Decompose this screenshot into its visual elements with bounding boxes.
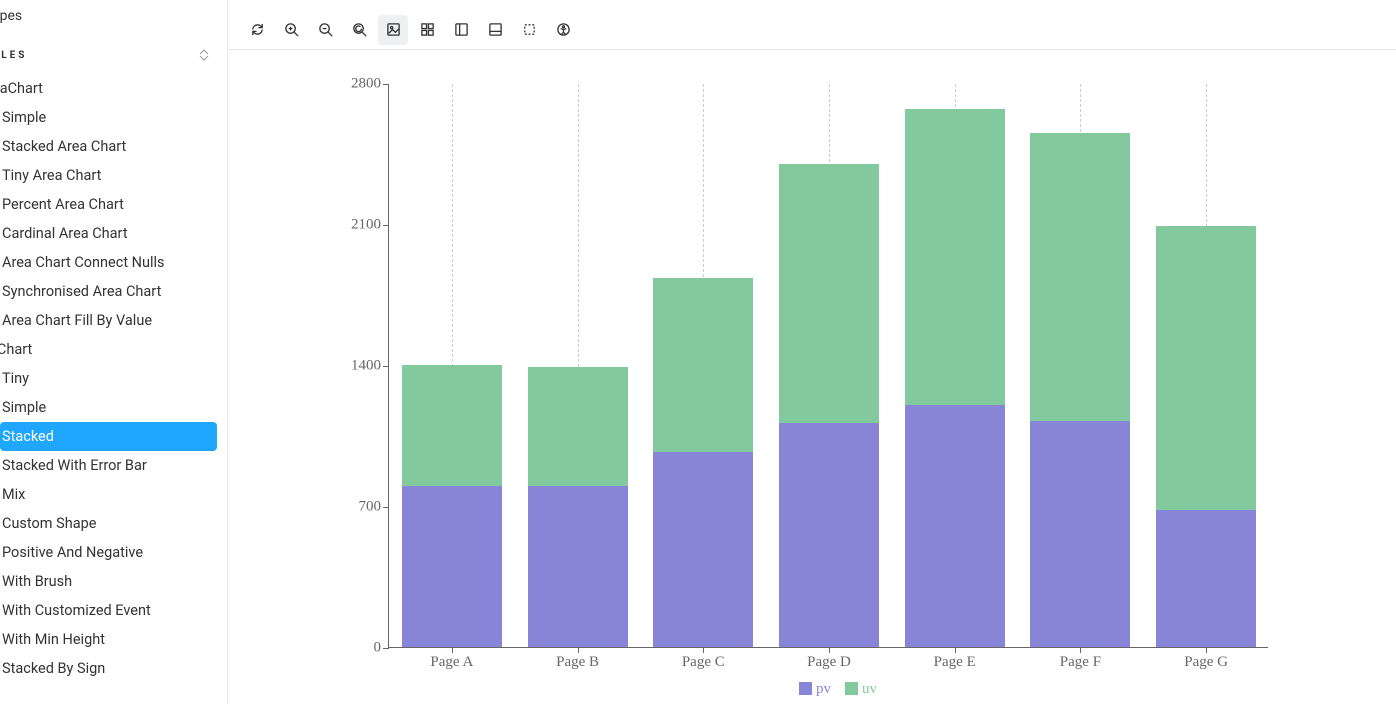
canvas-area: 0 700 1400 2100 2800 Page A Page B Page C Page D… bbox=[228, 50, 1396, 704]
sidebar-item[interactable]: With Customized Event bbox=[0, 596, 227, 625]
x-tick-label: Page E bbox=[934, 647, 976, 671]
sidebar-item[interactable]: Stacked bbox=[0, 422, 217, 451]
bar-pv bbox=[653, 452, 753, 647]
measure-icon[interactable] bbox=[514, 15, 544, 45]
y-tick-label: 1400 bbox=[351, 358, 381, 375]
sidebar-group[interactable]: eaChart bbox=[0, 74, 227, 103]
bar-uv bbox=[905, 109, 1005, 405]
zoom-reset-icon[interactable] bbox=[344, 15, 374, 45]
sidebar-item[interactable]: Simple bbox=[0, 393, 227, 422]
x-tick-label: Page A bbox=[430, 647, 473, 671]
y-tick bbox=[383, 366, 389, 367]
sidebar: apes MPLES eaChartSimpleStacked Area Cha… bbox=[0, 0, 228, 704]
image-icon[interactable] bbox=[378, 15, 408, 45]
y-tick bbox=[383, 507, 389, 508]
x-tick-label: Page B bbox=[556, 647, 599, 671]
examples-label: MPLES bbox=[0, 50, 27, 61]
truncated-nav-title: apes bbox=[0, 4, 227, 34]
y-tick-label: 0 bbox=[374, 640, 382, 657]
active-tab-underline bbox=[228, 0, 1396, 10]
sidebar-item[interactable]: Area Chart Connect Nulls bbox=[0, 248, 227, 277]
sidebar-item[interactable]: Cardinal Area Chart bbox=[0, 219, 227, 248]
y-tick-label: 2100 bbox=[351, 217, 381, 234]
x-tick-label: Page F bbox=[1060, 647, 1101, 671]
y-tick bbox=[383, 84, 389, 85]
bar-uv bbox=[779, 164, 879, 424]
legend-label-uv: uv bbox=[862, 681, 877, 697]
bar-pv bbox=[1156, 510, 1256, 647]
legend-item-pv: pv bbox=[799, 680, 831, 698]
legend-label-pv: pv bbox=[816, 681, 831, 697]
sidebar-item[interactable]: Percent Area Chart bbox=[0, 190, 227, 219]
sidebar-item[interactable]: Tiny Area Chart bbox=[0, 161, 227, 190]
sidebar-item[interactable]: Area Chart Fill By Value bbox=[0, 306, 227, 335]
x-tick-label: Page D bbox=[807, 647, 851, 671]
sidebar-group[interactable]: rChart bbox=[0, 335, 227, 364]
bar-uv bbox=[653, 278, 753, 451]
swatch-pv bbox=[799, 682, 812, 695]
plot-area: 0700140021002800Page APage BPage CPage D… bbox=[388, 84, 1268, 648]
sidebar-item[interactable]: Mix bbox=[0, 480, 227, 509]
bar-pv bbox=[905, 405, 1005, 647]
bar-pv bbox=[1030, 421, 1130, 647]
y-tick-label: 700 bbox=[359, 499, 382, 516]
expand-collapse-icon bbox=[195, 46, 213, 64]
swatch-uv bbox=[845, 682, 858, 695]
sidebar-item[interactable]: Stacked With Error Bar bbox=[0, 451, 227, 480]
sidebar-item[interactable]: Stacked Area Chart bbox=[0, 132, 227, 161]
side-panel-icon[interactable] bbox=[446, 15, 476, 45]
x-tick-label: Page G bbox=[1184, 647, 1228, 671]
sidebar-item[interactable]: Stacked By Sign bbox=[0, 654, 227, 683]
bottom-panel-icon[interactable] bbox=[480, 15, 510, 45]
legend: pv uv bbox=[388, 680, 1288, 698]
y-tick-label: 2800 bbox=[351, 76, 381, 93]
sidebar-item[interactable]: Tiny bbox=[0, 364, 227, 393]
sidebar-item[interactable]: Custom Shape bbox=[0, 509, 227, 538]
bar-uv bbox=[402, 365, 502, 486]
sidebar-item[interactable]: With Min Height bbox=[0, 625, 227, 654]
bar-pv bbox=[402, 486, 502, 647]
sidebar-item[interactable]: Synchronised Area Chart bbox=[0, 277, 227, 306]
examples-heading[interactable]: MPLES bbox=[0, 34, 227, 74]
main-panel: 0 700 1400 2100 2800 Page A Page B Page C Page D… bbox=[228, 0, 1396, 704]
sidebar-item[interactable]: With Brush bbox=[0, 567, 227, 596]
stacked-bar-chart: 0700140021002800Page APage BPage CPage D… bbox=[388, 84, 1288, 704]
zoom-out-icon[interactable] bbox=[310, 15, 340, 45]
sidebar-item[interactable]: Simple bbox=[0, 103, 227, 132]
y-tick bbox=[383, 648, 389, 649]
y-tick bbox=[383, 225, 389, 226]
bar-uv bbox=[1030, 133, 1130, 421]
bar-uv bbox=[1156, 226, 1256, 510]
x-tick-label: Page C bbox=[682, 647, 725, 671]
accessibility-icon[interactable] bbox=[548, 15, 578, 45]
sidebar-tree: eaChartSimpleStacked Area ChartTiny Area… bbox=[0, 74, 227, 683]
sidebar-item[interactable]: Positive And Negative bbox=[0, 538, 227, 567]
bar-uv bbox=[528, 367, 628, 486]
grid-icon[interactable] bbox=[412, 15, 442, 45]
sync-icon[interactable] bbox=[242, 15, 272, 45]
bar-pv bbox=[528, 486, 628, 647]
canvas-toolbar bbox=[228, 10, 1396, 50]
legend-item-uv: uv bbox=[845, 680, 877, 698]
bar-pv bbox=[779, 423, 879, 647]
zoom-in-icon[interactable] bbox=[276, 15, 306, 45]
